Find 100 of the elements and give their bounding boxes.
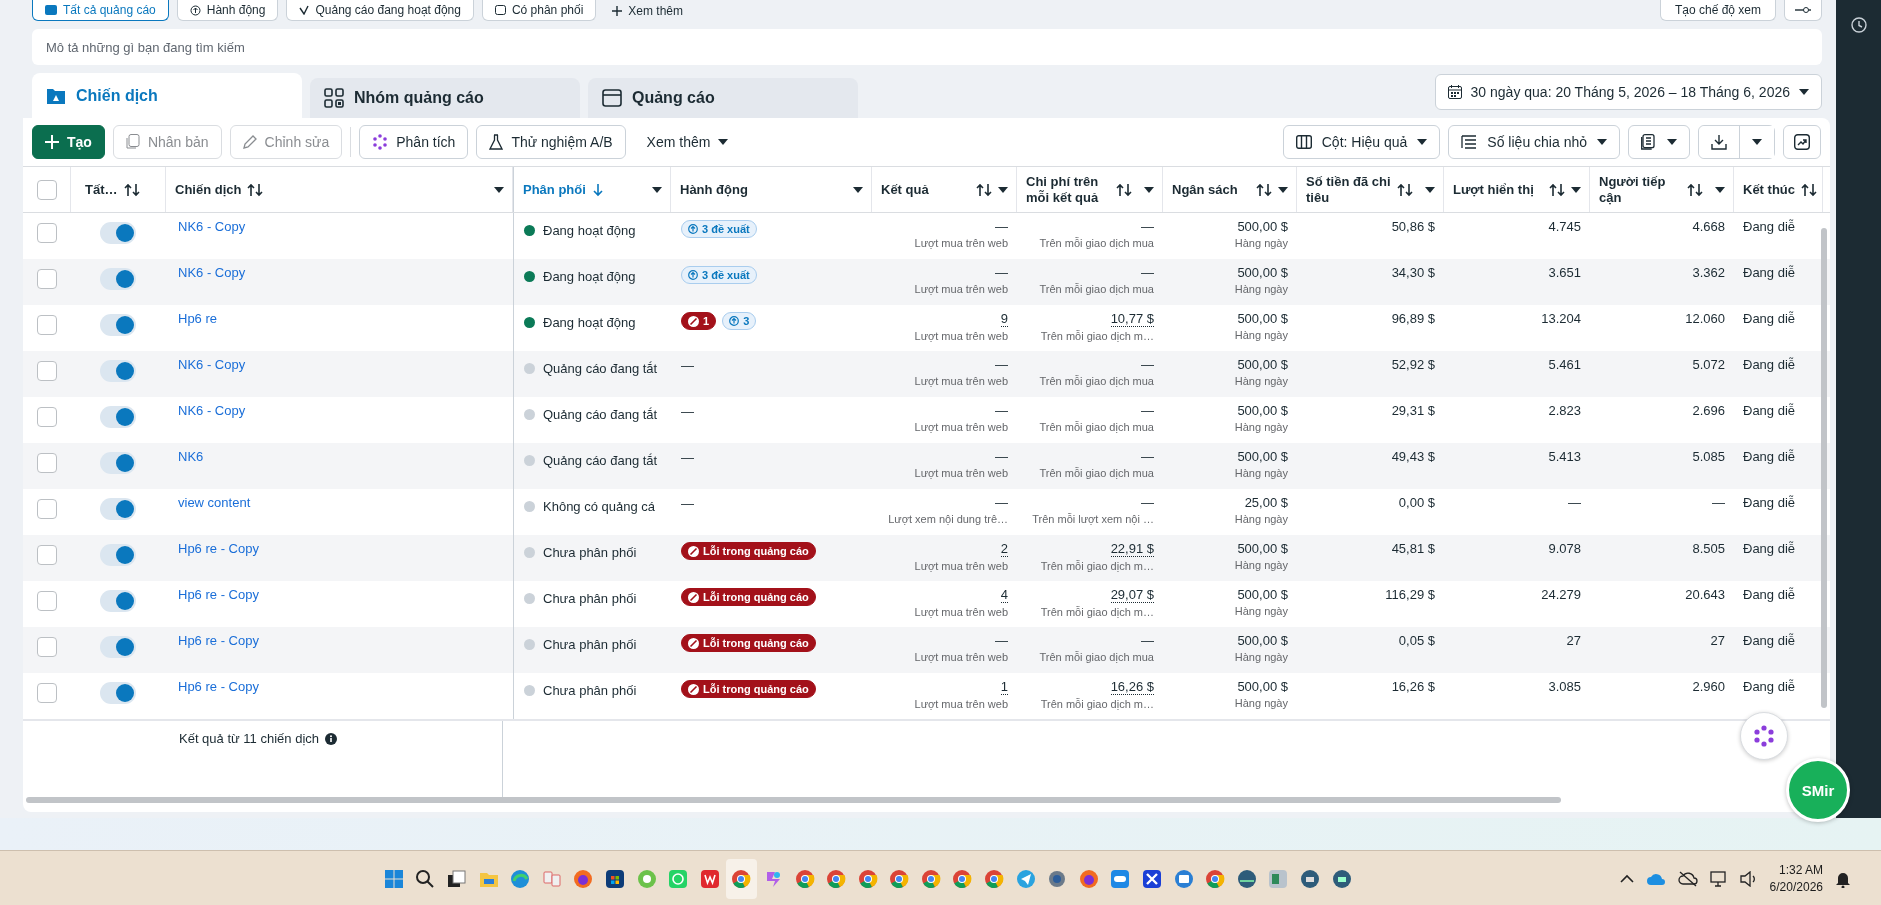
toggle-switch[interactable] <box>100 406 136 428</box>
network-button[interactable] <box>1709 869 1728 888</box>
column-header[interactable]: Phân phối <box>523 181 586 198</box>
columns-button[interactable]: Cột: Hiệu quả <box>1282 125 1441 159</box>
row-checkbox[interactable] <box>37 683 57 703</box>
tab[interactable]: Nhóm quảng cáo <box>310 78 580 118</box>
metric-value[interactable]: 29,07 $ <box>1110 588 1154 603</box>
chart-button[interactable] <box>1783 125 1821 159</box>
column-header[interactable]: Chiến dịch <box>175 181 242 198</box>
metric-value[interactable]: 1 <box>1000 680 1008 695</box>
suggestion-badge[interactable]: 3 đề xuất <box>681 266 757 284</box>
search-field[interactable]: Mô tả những gì bạn đang tìm kiếm <box>32 29 1822 65</box>
toggle-switch[interactable] <box>100 314 136 336</box>
create-view-button[interactable]: Tạo chế độ xem <box>1659 0 1776 21</box>
toggle-switch[interactable] <box>100 590 136 612</box>
column-header[interactable]: Ngân sách <box>1172 181 1238 198</box>
filter-chip[interactable]: Hành động <box>176 0 279 21</box>
toggle-switch[interactable] <box>100 452 136 474</box>
row-checkbox[interactable] <box>37 591 57 611</box>
select-all-checkbox[interactable] <box>36 179 57 200</box>
column-header[interactable]: Kết thúc <box>1743 181 1795 198</box>
row-checkbox[interactable] <box>37 453 57 473</box>
toggle-switch[interactable] <box>100 222 136 244</box>
reports-button[interactable] <box>1628 125 1690 159</box>
row-checkbox[interactable] <box>37 545 57 565</box>
toggle-switch[interactable] <box>100 544 136 566</box>
column-header[interactable]: Lượt hiển thị <box>1453 181 1534 198</box>
metric-value: 5.085 <box>1692 449 1725 464</box>
browser-icon <box>1205 868 1226 889</box>
create-button[interactable]: Tạo <box>32 125 105 159</box>
metric-value: 3.362 <box>1692 265 1725 280</box>
metric-value[interactable]: 9 <box>1000 312 1008 327</box>
error-badge[interactable]: Lỗi trong quảng cáo <box>681 680 816 698</box>
error-badge[interactable]: Lỗi trong quảng cáo <box>681 588 816 606</box>
breakdown-button[interactable]: Số liệu chia nhỏ <box>1448 125 1620 159</box>
toggle-switch[interactable] <box>100 360 136 382</box>
toggle-switch[interactable] <box>100 682 136 704</box>
row-checkbox[interactable] <box>37 223 57 243</box>
cloud-button[interactable] <box>1677 870 1698 887</box>
browser-icon <box>573 868 594 889</box>
suggestion-badge[interactable]: 3 <box>722 312 757 330</box>
error-badge[interactable]: Lỗi trong quảng cáo <box>681 634 816 652</box>
campaign-link[interactable]: NK6 - Copy <box>178 219 246 234</box>
campaign-link[interactable]: NK6 - Copy <box>178 403 246 418</box>
browser-icon <box>510 868 531 889</box>
error-badge[interactable]: 1 <box>681 312 717 330</box>
column-header[interactable]: Tất… <box>85 181 118 198</box>
filter-chip[interactable]: Có phân phối <box>481 0 597 21</box>
row-checkbox[interactable] <box>37 499 57 519</box>
campaign-link[interactable]: Hp6 re - Copy <box>178 633 259 648</box>
metric-value[interactable]: 10,77 $ <box>1110 312 1154 327</box>
speaker-icon <box>1739 870 1758 887</box>
arrow-circle-icon <box>688 224 698 234</box>
column-header[interactable]: Chi phí trên mỗi kết quả <box>1026 173 1110 206</box>
column-header[interactable]: Người tiếp cận <box>1599 173 1681 206</box>
slider-icon <box>1795 5 1811 15</box>
campaign-link[interactable]: Hp6 re - Copy <box>178 541 259 556</box>
vertical-scrollbar[interactable] <box>1821 228 1827 708</box>
campaign-link[interactable]: view content <box>178 495 251 510</box>
column-header[interactable]: Kết quả <box>881 181 929 198</box>
horizontal-scrollbar[interactable] <box>26 797 1561 803</box>
toggle-switch[interactable] <box>100 268 136 290</box>
ab-test-button[interactable]: Thử nghiệm A/B <box>476 125 626 159</box>
browser-icon <box>920 868 941 889</box>
settings-button[interactable] <box>1784 0 1822 21</box>
campaign-link[interactable]: Hp6 re <box>178 311 218 326</box>
toggle-switch[interactable] <box>100 498 136 520</box>
row-checkbox[interactable] <box>37 361 57 381</box>
row-checkbox[interactable] <box>37 407 57 427</box>
column-header[interactable]: Hành động <box>680 181 748 198</box>
row-checkbox[interactable] <box>37 315 57 335</box>
export-menu-button[interactable] <box>1739 126 1774 158</box>
end-status: Đang diễ <box>1743 541 1796 556</box>
metric-value[interactable]: 22,91 $ <box>1110 542 1154 557</box>
toggle-switch[interactable] <box>100 636 136 658</box>
metric-value[interactable]: 4 <box>1000 588 1008 603</box>
more-filters-button[interactable]: Xem thêm <box>604 0 691 21</box>
metric-label: Hàng ngày <box>1233 697 1288 709</box>
row-checkbox[interactable] <box>37 637 57 657</box>
column-header[interactable]: Số tiền đã chi tiêu <box>1306 173 1391 206</box>
analyze-button[interactable]: Phân tích <box>359 125 469 159</box>
tray-overflow-button[interactable] <box>1619 873 1634 884</box>
box-icon <box>494 5 506 15</box>
campaign-link[interactable]: Hp6 re - Copy <box>178 679 259 694</box>
date-range-button[interactable]: 30 ngày qua: 20 Tháng 5, 2026 – 18 Tháng 6, 2026 <box>1434 74 1822 110</box>
metric-value[interactable]: 16,26 $ <box>1110 680 1154 695</box>
volume-button[interactable] <box>1739 870 1758 887</box>
clock[interactable]: 1:32 AM 6/20/2026 <box>1769 861 1823 896</box>
campaign-link[interactable]: NK6 <box>178 449 204 464</box>
filter-chip[interactable]: Tất cả quảng cáo <box>32 0 169 21</box>
tab[interactable]: Quảng cáo <box>588 78 858 118</box>
campaign-link[interactable]: NK6 - Copy <box>178 265 246 280</box>
campaign-link[interactable]: NK6 - Copy <box>178 357 246 372</box>
error-badge[interactable]: Lỗi trong quảng cáo <box>681 542 816 560</box>
suggestion-badge[interactable]: 3 đề xuất <box>681 220 757 238</box>
filter-chip[interactable]: Quảng cáo đang hoạt động <box>286 0 474 21</box>
row-checkbox[interactable] <box>37 269 57 289</box>
metric-value[interactable]: 2 <box>1000 542 1008 557</box>
tab[interactable]: Chiến dịch <box>32 73 302 118</box>
campaign-link[interactable]: Hp6 re - Copy <box>178 587 259 602</box>
